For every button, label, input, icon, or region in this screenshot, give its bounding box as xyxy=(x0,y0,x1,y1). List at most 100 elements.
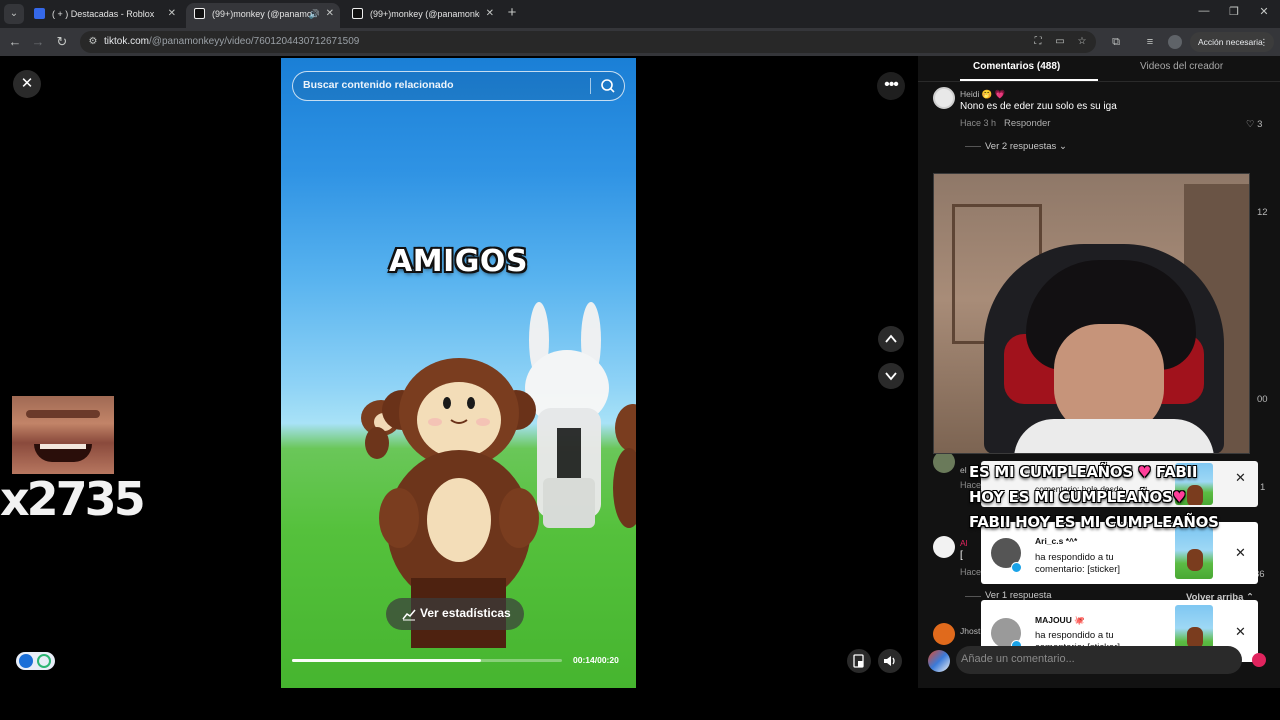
comment-placeholder: Añade un comentario... xyxy=(961,653,1075,665)
comment-username[interactable]: Al xyxy=(960,538,968,548)
cast-icon[interactable]: ▭ xyxy=(1052,35,1068,49)
heart-icon: ♥ xyxy=(1137,463,1151,481)
close-notification-icon[interactable]: ✕ xyxy=(1235,624,1246,640)
browser-tab-roblox[interactable]: ( + ) Destacadas - Roblox ✕ xyxy=(26,3,182,28)
combo-multiplier-text: x2735 xyxy=(0,472,146,526)
tab-comments[interactable]: Comentarios (488) xyxy=(973,61,1060,72)
commenter-avatar[interactable] xyxy=(933,87,955,109)
tiktok-video-page: ✕ x2735 Buscar contenido relacionado AMI… xyxy=(0,56,1280,688)
close-notification-icon[interactable]: ✕ xyxy=(1235,470,1246,486)
streamer-webcam xyxy=(933,173,1250,454)
chart-icon xyxy=(402,609,416,621)
tab-search-button[interactable]: ⌄ xyxy=(4,4,24,24)
maximize-icon[interactable]: ❐ xyxy=(1224,5,1244,18)
bookmark-star-icon[interactable]: ☆ xyxy=(1074,35,1090,49)
volume-button[interactable] xyxy=(878,649,902,673)
search-divider xyxy=(590,78,591,94)
browser-tab-bar: ⌄ ( + ) Destacadas - Roblox ✕ (99+)monke… xyxy=(0,0,1280,28)
commenter-avatar[interactable] xyxy=(933,451,955,473)
comments-tabs: Comentarios (488) Videos del creador xyxy=(918,56,1280,82)
previous-video-button[interactable] xyxy=(878,326,904,352)
active-tab-indicator xyxy=(960,79,1098,81)
comment-username[interactable]: Heidi 🤭 💗 xyxy=(960,89,1005,100)
volume-icon xyxy=(884,656,895,666)
tab-label: ( + ) Destacadas - Roblox xyxy=(52,9,155,19)
search-placeholder: Buscar contenido relacionado xyxy=(303,79,454,91)
speaker-icon[interactable]: 🔊 xyxy=(309,3,320,25)
view-stats-button[interactable]: Ver estadísticas xyxy=(386,598,524,630)
emoji-button[interactable] xyxy=(1252,653,1266,667)
miniplayer-button[interactable] xyxy=(847,649,871,673)
widget-blue-icon[interactable] xyxy=(19,654,33,668)
video-progress-bar[interactable] xyxy=(292,659,562,662)
extension-widget[interactable] xyxy=(16,652,55,670)
miniplayer-icon xyxy=(853,654,864,668)
reply-badge-icon xyxy=(1011,562,1022,573)
widget-power-icon[interactable] xyxy=(37,654,51,668)
video-time: 00:14/00:20 xyxy=(573,655,619,665)
address-bar[interactable]: ⚙ tiktok.com/@panamonkeyy/video/76012044… xyxy=(80,31,1096,53)
reaction-face-image xyxy=(12,396,114,474)
url-text[interactable]: tiktok.com/@panamonkeyy/video/7601204430… xyxy=(104,35,359,49)
media-control-icon[interactable]: ≡ xyxy=(1142,34,1158,50)
browser-toolbar: ← → ↻ ⚙ tiktok.com/@panamonkeyy/video/76… xyxy=(0,28,1280,56)
comment-username[interactable]: Jhost xyxy=(960,626,980,636)
comment-text: Nono es de eder zuu solo es su iga xyxy=(960,101,1117,112)
browser-tab-tiktok-active[interactable]: (99+)monkey (@panamonkeyy) 🔊 ✕ xyxy=(186,3,340,28)
close-window-icon[interactable]: ✕ xyxy=(1254,5,1274,18)
video-progress-fill xyxy=(292,659,481,662)
video-frame-illustration xyxy=(361,302,636,648)
back-icon[interactable]: ← xyxy=(6,33,24,51)
reply-button[interactable]: Responder xyxy=(1004,118,1050,129)
more-options-button[interactable]: ••• xyxy=(877,72,905,100)
see-replies-button[interactable]: Ver 2 respuestas ⌄ xyxy=(985,141,1067,152)
browser-tab-tiktok[interactable]: (99+)monkey (@panamonkeyy) ✕ xyxy=(344,3,500,28)
tab-creator-videos[interactable]: Videos del creador xyxy=(1140,61,1223,72)
tab-close-icon[interactable]: ✕ xyxy=(486,3,494,25)
comment-timestamp: Hace xyxy=(960,567,982,577)
translate-icon[interactable]: ⛶ xyxy=(1030,35,1046,49)
related-search-input[interactable]: Buscar contenido relacionado xyxy=(292,71,625,101)
like-count: 00 xyxy=(1257,394,1268,405)
tab-label: (99+)monkey (@panamonkeyy) xyxy=(212,9,312,19)
comment-text: [ xyxy=(960,550,963,561)
replies-divider xyxy=(965,146,981,147)
like-count: 1 xyxy=(1260,482,1266,493)
tab-close-icon[interactable]: ✕ xyxy=(168,3,176,25)
tab-label: (99+)monkey (@panamonkeyy) xyxy=(370,9,480,19)
action-needed-button[interactable]: Acción necesaria ⋮ xyxy=(1190,32,1274,52)
minimize-icon[interactable]: — xyxy=(1194,5,1214,17)
my-avatar[interactable] xyxy=(928,650,950,672)
like-count: 12 xyxy=(1257,207,1268,218)
chevron-up-icon xyxy=(885,334,897,343)
view-stats-label: Ver estadísticas xyxy=(420,606,511,620)
tiktok-favicon-icon xyxy=(352,8,363,19)
video-player[interactable]: Buscar contenido relacionado AMIGOS Ver … xyxy=(281,58,636,688)
search-icon[interactable] xyxy=(599,77,617,95)
tab-close-icon[interactable]: ✕ xyxy=(326,3,334,25)
comment-username[interactable]: el xyxy=(960,465,967,475)
extensions-icon[interactable]: ⧉ xyxy=(1108,34,1124,50)
profile-avatar-icon[interactable] xyxy=(1168,35,1182,49)
reload-icon[interactable]: ↻ xyxy=(53,33,71,51)
video-caption-text: AMIGOS xyxy=(389,244,528,279)
comment-input[interactable]: Añade un comentario... xyxy=(956,646,1242,674)
roblox-favicon-icon xyxy=(34,8,45,19)
menu-dots-icon[interactable]: ⋮ xyxy=(1260,32,1269,52)
comment-timestamp: Hace 3 h xyxy=(960,118,997,128)
commenter-avatar[interactable] xyxy=(933,536,955,558)
commenter-avatar[interactable] xyxy=(933,623,955,645)
heart-icon: ♡ xyxy=(1246,119,1255,130)
forward-icon[interactable]: → xyxy=(29,33,47,51)
close-notification-icon[interactable]: ✕ xyxy=(1235,545,1246,561)
site-info-icon[interactable]: ⚙ xyxy=(86,35,100,49)
birthday-banner-text: ES MI CUMPLEAÑOS ♥ FABII HOY ES MI CUMPL… xyxy=(969,463,1219,531)
chevron-down-icon: ⌄ xyxy=(1058,141,1067,152)
close-video-button[interactable]: ✕ xyxy=(13,70,41,98)
chevron-down-icon xyxy=(885,372,897,381)
new-tab-button[interactable]: + xyxy=(504,4,520,22)
heart-icon: ♥ xyxy=(1172,488,1186,506)
next-video-button[interactable] xyxy=(878,363,904,389)
like-button[interactable]: ♡ 3 xyxy=(1246,119,1262,130)
tiktok-favicon-icon xyxy=(194,8,205,19)
